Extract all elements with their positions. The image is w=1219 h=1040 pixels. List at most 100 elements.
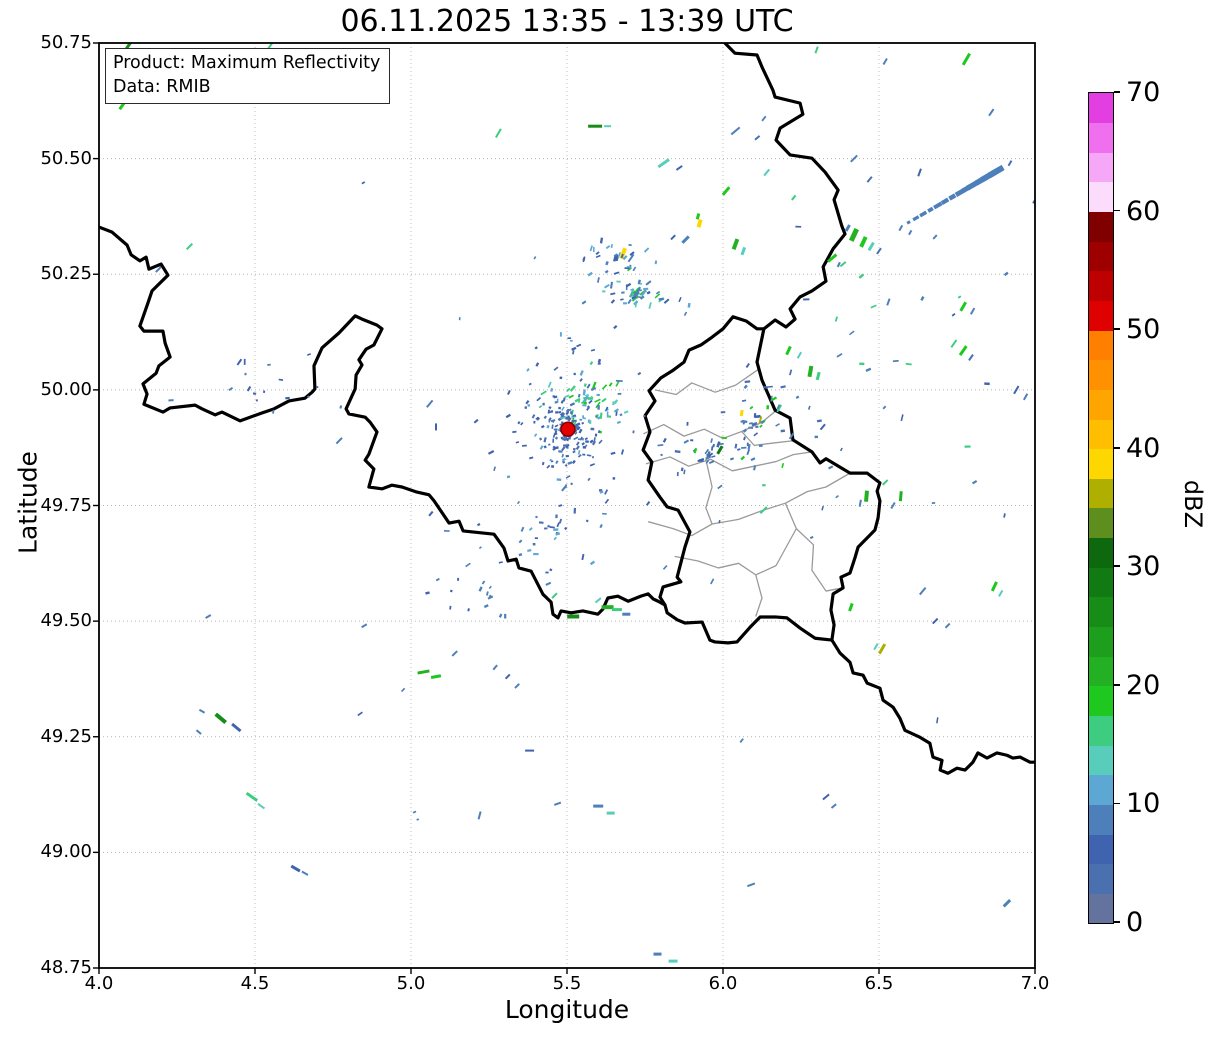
echo-mark xyxy=(1003,513,1006,518)
echo-mark xyxy=(628,243,632,247)
echo-mark xyxy=(568,394,574,399)
echo-mark xyxy=(567,614,580,619)
echo-mark xyxy=(573,448,576,451)
echo-mark xyxy=(449,605,452,610)
echo-mark xyxy=(815,371,821,381)
echo-mark xyxy=(696,219,703,228)
echo-mark xyxy=(637,371,642,376)
echo-mark xyxy=(555,514,558,519)
echo-mark xyxy=(936,717,939,724)
colorbar-tick-label: 40 xyxy=(1126,432,1161,464)
echo-mark xyxy=(662,437,667,443)
echo-mark xyxy=(780,385,786,389)
echo-mark xyxy=(443,529,450,532)
echo-mark xyxy=(645,500,651,506)
echo-mark xyxy=(205,614,212,619)
echo-mark xyxy=(465,562,471,568)
echo-mark xyxy=(878,643,887,655)
echo-mark xyxy=(561,485,567,492)
echo-mark xyxy=(528,527,533,531)
echo-mark xyxy=(278,378,284,381)
echo-mark xyxy=(214,712,227,725)
echo-mark xyxy=(762,483,766,487)
echo-mark xyxy=(531,414,536,419)
echo-mark xyxy=(601,605,614,610)
echo-mark xyxy=(1002,898,1012,908)
echo-mark xyxy=(654,260,658,265)
echo-mark xyxy=(492,664,498,671)
echo-mark xyxy=(944,622,951,629)
echo-mark xyxy=(767,385,773,388)
echo-mark xyxy=(571,459,576,464)
echo-mark xyxy=(917,168,922,177)
echo-mark xyxy=(478,546,482,550)
echo-mark xyxy=(710,438,713,443)
echo-mark xyxy=(610,292,616,296)
colorbar-band xyxy=(1089,863,1113,894)
echo-streak-segment xyxy=(933,201,943,210)
colorbar-title: dBZ xyxy=(1179,479,1207,529)
echo-mark xyxy=(558,410,562,414)
echo-mark xyxy=(900,414,904,422)
colorbar-tick xyxy=(1114,565,1120,568)
echo-mark xyxy=(549,568,553,572)
echo-mark xyxy=(984,382,990,386)
echo-mark xyxy=(746,882,756,888)
echo-mark xyxy=(898,491,903,502)
echo-mark xyxy=(554,436,559,440)
echo-mark xyxy=(525,749,535,752)
echo-mark xyxy=(571,419,577,423)
echo-mark xyxy=(905,362,912,366)
echo-mark xyxy=(717,484,723,490)
echo-mark xyxy=(612,477,616,480)
echo-mark xyxy=(950,339,958,348)
echo-mark xyxy=(599,412,603,419)
echo-mark xyxy=(535,515,538,519)
echo-mark xyxy=(554,400,558,404)
echo-mark xyxy=(720,411,726,414)
echo-mark xyxy=(435,423,437,431)
echo-mark xyxy=(959,301,967,312)
axis-ticks xyxy=(93,42,1036,974)
echo-mark xyxy=(646,290,651,295)
echo-mark xyxy=(533,420,536,424)
echo-mark xyxy=(743,436,746,441)
echo-mark xyxy=(589,560,596,566)
echo-mark xyxy=(231,722,242,733)
echo-mark xyxy=(814,435,819,439)
colorbar-tick xyxy=(1114,209,1120,212)
product-label: Product: Maximum Reflectivity xyxy=(113,53,381,73)
echo-mark xyxy=(516,500,521,505)
grid-lines xyxy=(98,42,1036,969)
echo-mark xyxy=(540,425,545,429)
echo-mark xyxy=(761,115,767,122)
echo-mark xyxy=(552,395,556,398)
echo-mark xyxy=(730,457,734,461)
echo-mark xyxy=(653,952,662,956)
echo-mark xyxy=(428,510,434,517)
echo-mark xyxy=(919,587,927,596)
echo-mark xyxy=(882,57,888,66)
echo-mark xyxy=(834,316,839,322)
echo-streak-segment xyxy=(987,164,1005,179)
colorbar-tick-label: 20 xyxy=(1126,669,1161,701)
echo-mark xyxy=(695,213,701,220)
colorbar-band xyxy=(1089,537,1113,568)
echo-mark xyxy=(740,455,746,461)
echo-mark xyxy=(590,348,596,352)
echo-mark xyxy=(785,345,792,356)
echo-mark xyxy=(514,683,520,689)
y-tick-label: 48.75 xyxy=(40,957,92,978)
echo-mark xyxy=(864,490,869,502)
echo-mark xyxy=(604,489,609,495)
echo-mark xyxy=(602,512,607,515)
echo-mark xyxy=(610,243,613,249)
echo-mark xyxy=(533,256,537,260)
echo-mark xyxy=(625,282,632,288)
echo-mark xyxy=(556,522,560,528)
echo-mark xyxy=(573,436,579,441)
echo-mark xyxy=(571,346,577,351)
echo-mark xyxy=(882,405,887,410)
echo-mark xyxy=(766,405,770,410)
echo-mark xyxy=(478,586,483,592)
